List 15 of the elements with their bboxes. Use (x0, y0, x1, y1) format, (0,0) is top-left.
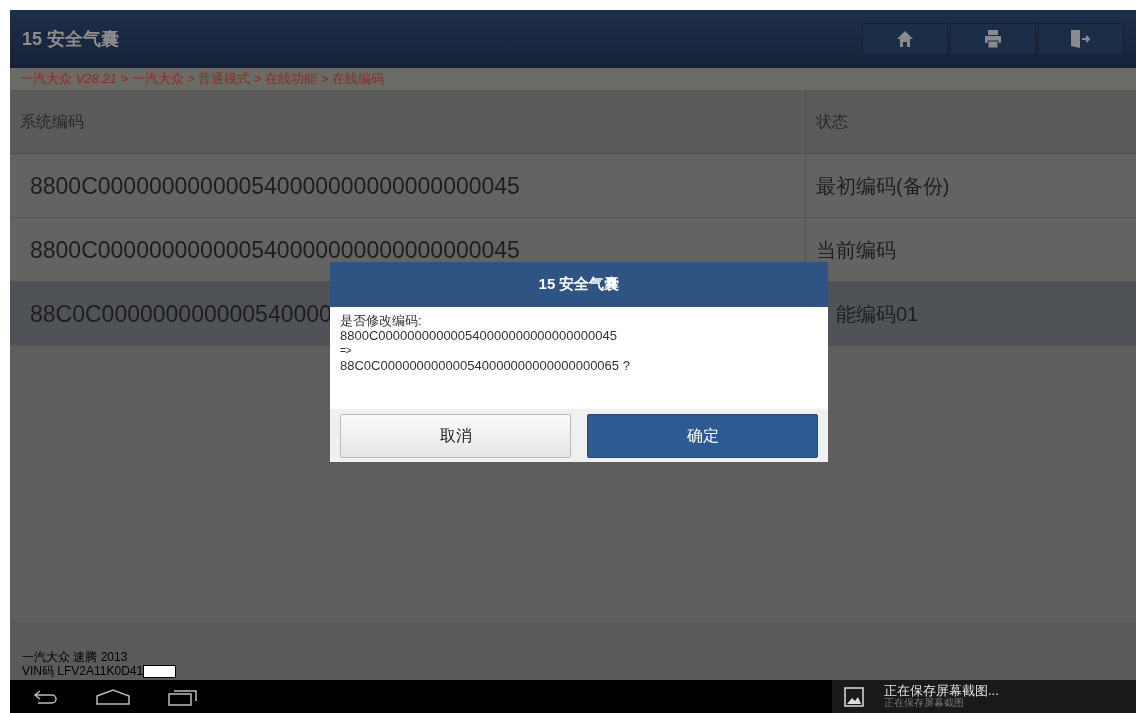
status-cell-text: 最初编码(备份) (816, 173, 950, 199)
vin-label: VIN码 LFV2A11K0D41 (22, 664, 144, 678)
app-title: 15 安全气囊 (22, 27, 121, 51)
status-cell-text: 当前编码 (816, 237, 896, 263)
code-cell: 88C0C000000000000540000 (30, 301, 332, 326)
dialog-message-line: 是否修改编码: (340, 313, 423, 328)
dialog-message-line: => (340, 344, 353, 358)
dialog-message-line: 88C0C000000000000540000000000000000065 ? (340, 358, 631, 373)
status-cell-text: 能编码01 (836, 301, 919, 327)
vehicle-label: 一汽大众 速腾 2013 (22, 650, 129, 664)
notification-subtitle: 正在保存屏幕截图 (884, 696, 965, 709)
dialog-message-line: 8800C000000000000540000000000000000045 (340, 328, 618, 343)
code-cell: 8800C000000000000540000000000000000045 (30, 173, 520, 198)
notification-title: 正在保存屏幕截图... (884, 684, 999, 697)
code-cell: 8800C000000000000540000000000000000045 (30, 237, 520, 262)
